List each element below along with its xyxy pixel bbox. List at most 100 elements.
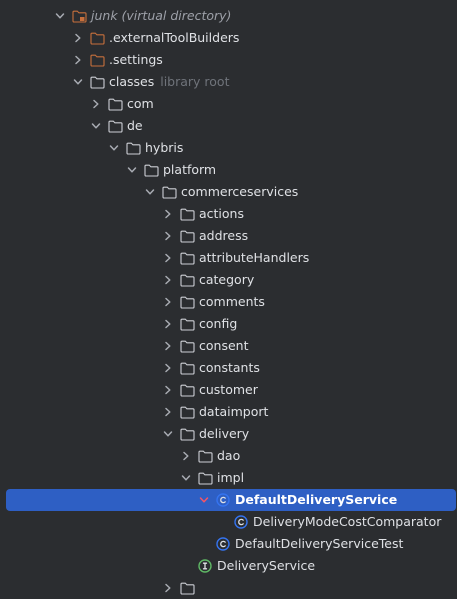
tree-row[interactable]: impl <box>0 467 457 489</box>
tree-item-label: DeliveryModeCostComparator <box>253 514 442 529</box>
folder-icon <box>179 294 195 310</box>
chevron-down-icon[interactable] <box>142 184 158 200</box>
tree-item-label: address <box>199 228 249 243</box>
tree-row-selected[interactable]: DefaultDeliveryService <box>6 489 456 511</box>
tree-item-label: constants <box>199 360 260 375</box>
folder-icon <box>197 448 213 464</box>
tree-row[interactable]: DefaultDeliveryServiceTest <box>0 533 457 555</box>
chevron-right-icon[interactable] <box>160 228 176 244</box>
folder-icon <box>89 74 105 90</box>
tree-item-label: .settings <box>109 52 163 67</box>
chevron-right-icon[interactable] <box>160 206 176 222</box>
tree-item-label: DefaultDeliveryService <box>235 492 398 507</box>
folder-icon <box>179 228 195 244</box>
chevron-down-icon[interactable] <box>52 8 68 24</box>
folder-icon <box>179 272 195 288</box>
tree-row[interactable]: com <box>0 93 457 115</box>
tree-row[interactable]: delivery <box>0 423 457 445</box>
folder-icon <box>107 118 123 134</box>
excluded-folder-icon <box>89 30 105 46</box>
folder-icon <box>179 316 195 332</box>
tree-row[interactable]: config <box>0 313 457 335</box>
chevron-right-icon[interactable] <box>160 316 176 332</box>
tree-row[interactable]: actions <box>0 203 457 225</box>
folder-icon <box>179 360 195 376</box>
tree-row[interactable]: attributeHandlers <box>0 247 457 269</box>
tree-row[interactable]: comments <box>0 291 457 313</box>
chevron-right-icon[interactable] <box>160 580 176 596</box>
tree-row[interactable]: DeliveryService <box>0 555 457 577</box>
chevron-right-icon[interactable] <box>70 52 86 68</box>
tree-item-label: DeliveryService <box>217 558 316 573</box>
tree-item-label: classes <box>109 74 155 89</box>
tree-item-label: hybris <box>145 140 184 155</box>
tree-row[interactable]: DeliveryModeCostComparator <box>0 511 457 533</box>
tree-item-label: impl <box>217 470 245 485</box>
tree-row[interactable]: dataimport <box>0 401 457 423</box>
module-folder-icon <box>71 8 87 24</box>
class-icon <box>215 492 231 508</box>
chevron-right-icon[interactable] <box>70 30 86 46</box>
chevron-right-icon[interactable] <box>178 448 194 464</box>
tree-item-label: delivery <box>199 426 250 441</box>
tree-item-label: customer <box>199 382 258 397</box>
tree-item-label: .externalToolBuilders <box>109 30 240 45</box>
chevron-right-icon[interactable] <box>160 338 176 354</box>
chevron-right-icon[interactable] <box>160 294 176 310</box>
tree-item-hint: library root <box>160 74 230 89</box>
tree-row[interactable]: junk (virtual directory) <box>0 5 457 27</box>
tree-row[interactable]: de <box>0 115 457 137</box>
folder-icon <box>179 382 195 398</box>
chevron-down-icon[interactable] <box>88 118 104 134</box>
folder-icon <box>179 404 195 420</box>
tree-row[interactable]: category <box>0 269 457 291</box>
tree-row[interactable]: address <box>0 225 457 247</box>
folder-icon <box>179 206 195 222</box>
folder-icon <box>179 250 195 266</box>
tree-row[interactable]: hybris <box>0 137 457 159</box>
tree-item-label: comments <box>199 294 265 309</box>
tree-row[interactable]: .settings <box>0 49 457 71</box>
tree-row[interactable]: .externalToolBuilders <box>0 27 457 49</box>
chevron-down-icon[interactable] <box>160 426 176 442</box>
folder-icon <box>107 96 123 112</box>
chevron-down-icon[interactable] <box>196 492 212 508</box>
chevron-right-icon[interactable] <box>160 382 176 398</box>
chevron-down-icon[interactable] <box>70 74 86 90</box>
folder-icon <box>179 426 195 442</box>
chevron-right-icon[interactable] <box>160 404 176 420</box>
tree-row[interactable]: customer <box>0 379 457 401</box>
tree-row[interactable] <box>0 577 457 599</box>
tree-row[interactable]: dao <box>0 445 457 467</box>
tree-item-label: dao <box>217 448 241 463</box>
class-icon <box>233 514 249 530</box>
tree-row[interactable]: classes library root <box>0 71 457 93</box>
folder-icon <box>179 338 195 354</box>
tree-row[interactable]: constants <box>0 357 457 379</box>
tree-item-label: category <box>199 272 255 287</box>
tree-item-label: actions <box>199 206 244 221</box>
interface-icon <box>197 558 213 574</box>
tree-row[interactable]: platform <box>0 159 457 181</box>
chevron-right-icon[interactable] <box>160 250 176 266</box>
chevron-down-icon[interactable] <box>178 470 194 486</box>
tree-item-label: com <box>127 96 154 111</box>
tree-item-label: DefaultDeliveryServiceTest <box>235 536 404 551</box>
tree-item-label: platform <box>163 162 217 177</box>
project-tree[interactable]: junk (virtual directory) .externalToolBui… <box>0 5 457 599</box>
chevron-right-icon[interactable] <box>160 360 176 376</box>
tree-row[interactable]: consent <box>0 335 457 357</box>
class-icon <box>215 536 231 552</box>
folder-icon <box>197 470 213 486</box>
tree-item-label: junk (virtual directory) <box>91 8 232 23</box>
folder-icon <box>161 184 177 200</box>
tree-item-label: config <box>199 316 238 331</box>
chevron-down-icon[interactable] <box>124 162 140 178</box>
chevron-down-icon[interactable] <box>106 140 122 156</box>
chevron-right-icon[interactable] <box>160 272 176 288</box>
tree-row[interactable]: commerceservices <box>0 181 457 203</box>
chevron-right-icon[interactable] <box>88 96 104 112</box>
